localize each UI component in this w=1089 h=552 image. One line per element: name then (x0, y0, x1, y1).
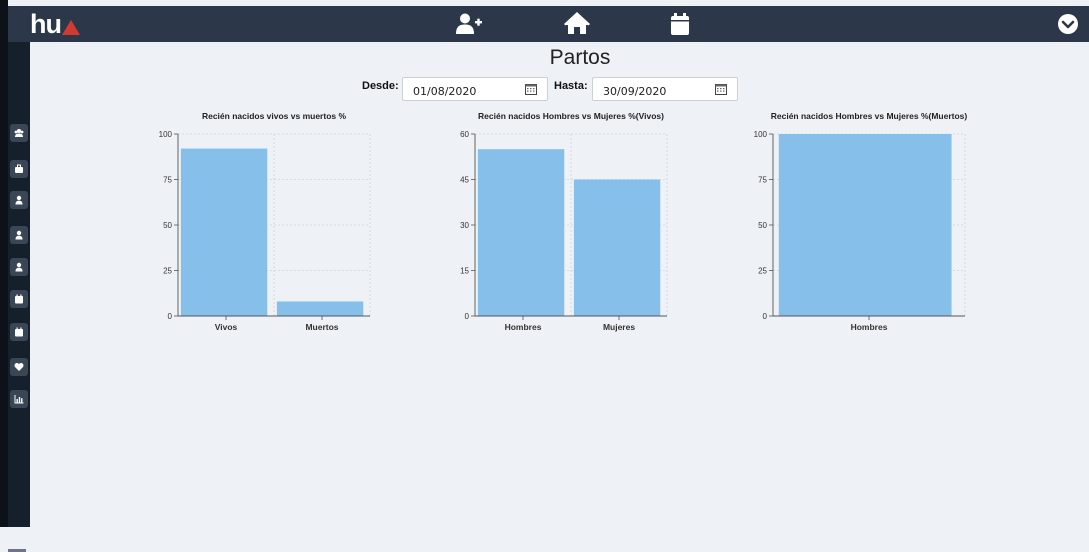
page-title: Partos (549, 46, 611, 69)
window-edge (0, 0, 8, 527)
desde-date-input[interactable]: 01/08/2020 (402, 77, 548, 101)
user-icon[interactable] (10, 226, 28, 244)
y-tick-label: 0 (763, 312, 768, 321)
chart-icon[interactable] (10, 390, 28, 408)
hasta-date-input[interactable]: 30/09/2020 (592, 77, 738, 101)
hasta-label: Hasta: (554, 80, 588, 92)
chart-hombres-mujeres-vivos: Recién nacidos Hombres vs Mujeres %(Vivo… (435, 108, 675, 342)
sidebar (8, 42, 30, 552)
x-tick-label: Muertos (305, 322, 338, 332)
bar (276, 301, 364, 316)
y-tick-label: 45 (460, 176, 469, 185)
y-tick-label: 0 (168, 312, 173, 321)
chart-title: Recién nacidos Hombres vs Mujeres %(Vivo… (478, 111, 664, 121)
bar (477, 149, 565, 316)
y-tick-label: 75 (163, 176, 172, 185)
chart-hombres-mujeres-muertos: Recién nacidos Hombres vs Mujeres %(Muer… (733, 108, 973, 342)
app-logo[interactable]: hu (30, 9, 80, 39)
briefcase-icon[interactable] (10, 160, 28, 178)
calendar-picker-icon[interactable] (715, 83, 727, 95)
chart-svg: Recién nacidos Hombres vs Mujeres %(Muer… (754, 111, 968, 332)
bar (180, 148, 268, 316)
x-tick-label: Vivos (215, 322, 238, 332)
desde-value: 01/08/2020 (413, 85, 477, 98)
chart-svg: Recién nacidos vivos vs muertos % 0 25 50 75… (159, 111, 371, 332)
chart-title: Recién nacidos Hombres vs Mujeres %(Muer… (771, 111, 968, 121)
top-navbar: hu (8, 6, 1089, 42)
chevron-down-circle-icon[interactable] (1057, 13, 1079, 35)
users-icon[interactable] (10, 124, 28, 142)
main-content: Partos Desde: 01/08/2020 Hasta: 30/09/20… (30, 42, 1089, 527)
y-tick-label: 100 (159, 130, 173, 139)
x-tick-label: Hombres (851, 322, 888, 332)
calendar-picker-icon[interactable] (525, 83, 537, 95)
add-user-icon[interactable] (456, 12, 482, 36)
y-tick-label: 15 (460, 267, 469, 276)
bar (573, 179, 661, 316)
user-icon[interactable] (10, 258, 28, 276)
y-tick-label: 50 (163, 221, 172, 230)
chart-svg: Recién nacidos Hombres vs Mujeres %(Vivo… (460, 111, 668, 332)
bar (778, 134, 952, 316)
y-tick-label: 50 (758, 221, 767, 230)
logo-text: hu (30, 9, 62, 39)
chart-title: Recién nacidos vivos vs muertos % (202, 111, 347, 121)
y-tick-label: 25 (163, 267, 172, 276)
desde-label: Desde: (362, 80, 399, 92)
calendar-icon[interactable] (10, 290, 28, 308)
x-tick-label: Mujeres (603, 322, 635, 332)
logo-triangle-icon (62, 19, 80, 35)
y-tick-label: 75 (758, 176, 767, 185)
calendar-icon[interactable] (10, 323, 28, 341)
y-tick-label: 30 (460, 221, 469, 230)
calendar-icon[interactable] (667, 12, 693, 36)
y-tick-label: 0 (465, 312, 470, 321)
y-tick-label: 60 (460, 130, 469, 139)
y-tick-label: 25 (758, 267, 767, 276)
y-tick-label: 100 (754, 130, 768, 139)
user-icon[interactable] (10, 191, 28, 209)
x-tick-label: Hombres (505, 322, 542, 332)
heart-icon[interactable] (10, 358, 28, 376)
home-icon[interactable] (564, 12, 590, 36)
chart-vivos-muertos: Recién nacidos vivos vs muertos % 0 25 50 75… (138, 108, 378, 342)
hasta-value: 30/09/2020 (603, 85, 667, 98)
